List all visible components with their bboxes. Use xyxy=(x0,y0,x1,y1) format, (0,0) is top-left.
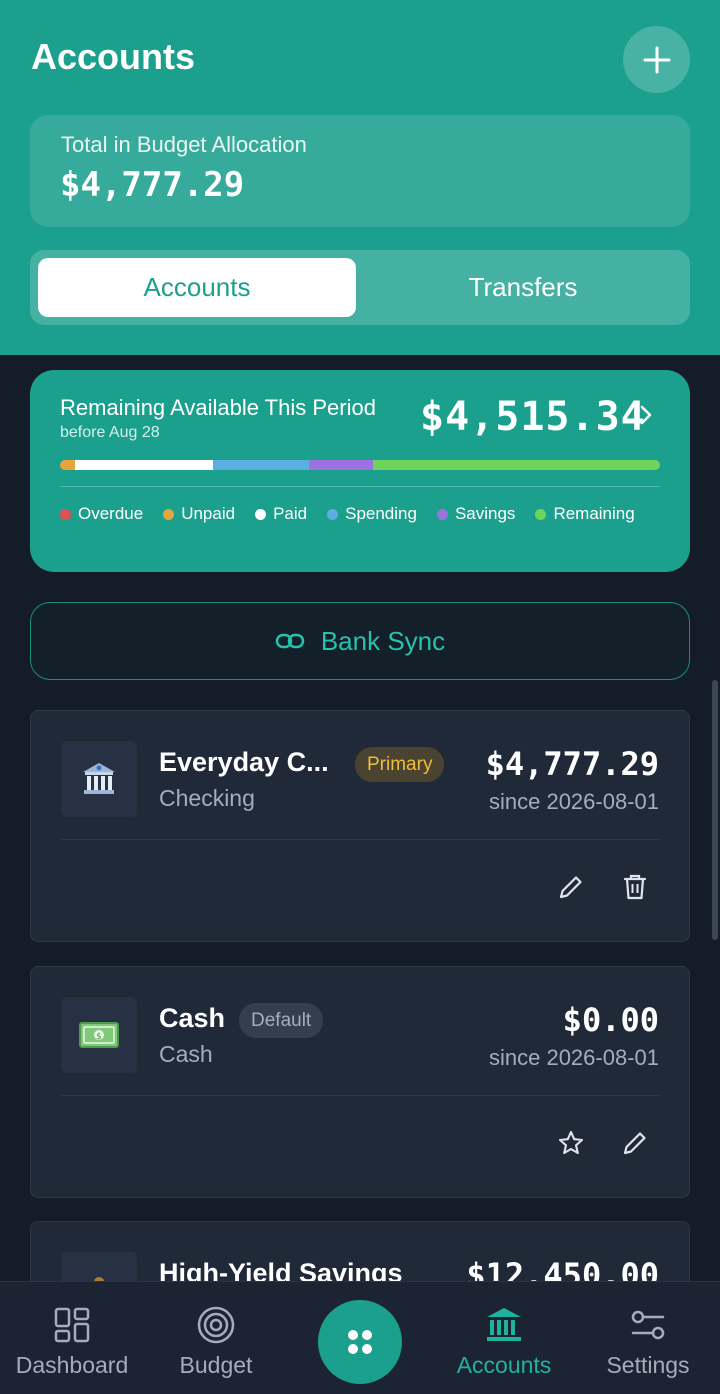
account-since: since 2026-08-01 xyxy=(488,1045,659,1070)
budget-progress-bar xyxy=(60,460,660,470)
legend-label: Remaining xyxy=(553,504,635,523)
tab-bar: Accounts Transfers xyxy=(30,250,690,325)
account-card[interactable]: $ Cash Default Cash $0.00 since 2026-08-… xyxy=(30,966,690,1198)
total-budget-card: Total in Budget Allocation $4,777.29 xyxy=(30,115,690,227)
primary-badge: Primary xyxy=(355,747,445,782)
bank-sync-button[interactable]: Bank Sync xyxy=(30,602,690,680)
legend-item-remaining: Remaining xyxy=(535,504,635,524)
apps-icon xyxy=(348,1330,372,1354)
plus-icon xyxy=(643,46,670,73)
total-value: $4,777.29 xyxy=(60,165,245,205)
remaining-period-card[interactable]: Remaining Available This Period before A… xyxy=(30,370,690,572)
nav-label: Budget xyxy=(179,1352,253,1378)
nav-accounts[interactable]: Accounts xyxy=(432,1282,576,1394)
scrollbar[interactable] xyxy=(712,680,718,940)
period-title: Remaining Available This Period xyxy=(60,395,376,420)
bank-icon xyxy=(61,741,137,817)
account-name: Cash xyxy=(159,1003,226,1033)
total-label: Total in Budget Allocation xyxy=(61,132,307,157)
divider xyxy=(61,1095,661,1096)
legend-dot xyxy=(255,508,267,520)
edit-icon[interactable] xyxy=(555,871,587,903)
target-icon xyxy=(196,1304,236,1346)
legend-dot xyxy=(60,508,71,520)
account-type: Checking xyxy=(159,785,255,811)
legend-label: Overdue xyxy=(78,504,144,523)
bar-segment-paid xyxy=(75,460,213,470)
legend-item-paid: Paid xyxy=(255,504,307,524)
chevron-right-icon xyxy=(640,405,652,425)
bar-segment-unpaid xyxy=(60,460,75,470)
legend-label: Paid xyxy=(273,504,308,523)
tab-accounts[interactable]: Accounts xyxy=(38,258,356,317)
edit-icon[interactable] xyxy=(619,1127,651,1159)
nav-label: Accounts xyxy=(456,1352,552,1378)
bank-icon xyxy=(484,1304,524,1346)
period-amount: $4,515.34 xyxy=(420,394,646,440)
account-balance: $0.00 xyxy=(562,1001,659,1039)
header: Accounts Total in Budget Allocation $4,7… xyxy=(0,0,720,355)
add-account-button[interactable] xyxy=(623,26,690,93)
nav-settings[interactable]: Settings xyxy=(576,1282,720,1394)
link-icon xyxy=(275,633,305,649)
legend: Overdue Unpaid Paid Spending Savings Remainin… xyxy=(60,504,670,524)
dashboard-icon xyxy=(53,1304,91,1346)
legend-item-spending: Spending xyxy=(327,504,417,524)
sliders-icon xyxy=(629,1304,667,1346)
bank-sync-label: Bank Sync xyxy=(320,625,446,656)
divider xyxy=(60,486,660,487)
account-since: since 2026-08-01 xyxy=(488,789,659,814)
account-card[interactable]: Everyday C... Primary Checking $4,777.29… xyxy=(30,710,690,942)
legend-dot xyxy=(535,508,547,520)
legend-item-overdue: Overdue xyxy=(60,504,143,524)
bottom-nav: Dashboard Budget Accounts Settings xyxy=(0,1281,720,1394)
trash-icon[interactable] xyxy=(619,871,651,903)
svg-text:$: $ xyxy=(96,1032,102,1042)
legend-label: Spending xyxy=(345,504,417,523)
bar-segment-savings xyxy=(309,460,374,470)
tab-transfers[interactable]: Transfers xyxy=(364,258,682,317)
legend-item-unpaid: Unpaid xyxy=(163,504,235,524)
account-type: Cash xyxy=(159,1041,213,1067)
bar-segment-spending xyxy=(213,460,309,470)
account-balance: $4,777.29 xyxy=(485,745,659,783)
page-title: Accounts xyxy=(31,36,196,77)
period-subtitle: before Aug 28 xyxy=(60,424,160,441)
legend-dot xyxy=(163,508,175,520)
default-badge: Default xyxy=(239,1003,324,1038)
legend-label: Unpaid xyxy=(181,504,236,523)
star-icon[interactable] xyxy=(555,1127,587,1159)
nav-dashboard[interactable]: Dashboard xyxy=(0,1282,144,1394)
money-icon: $ xyxy=(61,997,137,1073)
legend-dot xyxy=(327,508,339,520)
divider xyxy=(61,839,661,840)
nav-budget[interactable]: Budget xyxy=(144,1282,288,1394)
account-name: Everyday C... xyxy=(159,747,329,777)
nav-label: Dashboard xyxy=(15,1352,129,1378)
legend-label: Savings xyxy=(454,504,516,523)
apps-button[interactable] xyxy=(318,1300,402,1384)
legend-item-savings: Savings xyxy=(436,504,516,524)
nav-label: Settings xyxy=(606,1352,690,1378)
bar-segment-remaining xyxy=(373,460,660,470)
legend-dot xyxy=(436,508,448,520)
